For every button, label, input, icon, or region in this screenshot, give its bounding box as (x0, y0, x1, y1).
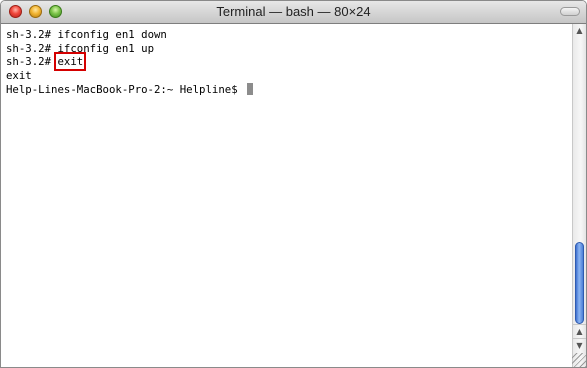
line-prompt: sh-3.2# (6, 28, 58, 41)
chevron-up-icon[interactable]: ▲ (573, 24, 586, 38)
terminal-line: sh-3.2# ifconfig en1 up (6, 42, 572, 56)
chevron-down-icon[interactable]: ▼ (573, 338, 586, 353)
line-prompt: Help-Lines-MacBook-Pro-2:~ Helpline$ (6, 82, 245, 96)
text-cursor (247, 82, 254, 95)
scrollbar-thumb[interactable] (575, 242, 584, 324)
terminal-line: sh-3.2# ifconfig en1 down (6, 28, 572, 42)
title-bar[interactable]: Terminal — bash — 80×24 (1, 1, 586, 24)
vertical-scrollbar[interactable]: ▲ ▲ ▼ (572, 24, 586, 367)
line-command: ifconfig en1 down (57, 28, 167, 41)
terminal-line: sh-3.2# exit (6, 52, 572, 72)
highlighted-exit-command: exit (54, 52, 87, 72)
scroll-up-button[interactable]: ▲ (573, 324, 586, 339)
line-command: ifconfig en1 up (57, 41, 155, 55)
toolbar-toggle-button[interactable] (560, 7, 580, 16)
line-prompt: sh-3.2# (6, 41, 58, 55)
line-prompt: sh-3.2# (6, 55, 58, 69)
terminal-window: Terminal — bash — 80×24 sh-3.2# ifconfig… (0, 0, 587, 368)
terminal-output[interactable]: sh-3.2# ifconfig en1 down sh-3.2# ifconf… (1, 24, 572, 367)
terminal-line: Help-Lines-MacBook-Pro-2:~ Helpline$ (6, 82, 572, 97)
terminal-line: exit (6, 69, 572, 83)
resize-grip-icon[interactable] (572, 353, 586, 367)
window-title: Terminal — bash — 80×24 (216, 4, 371, 19)
line-output: exit (6, 69, 32, 83)
